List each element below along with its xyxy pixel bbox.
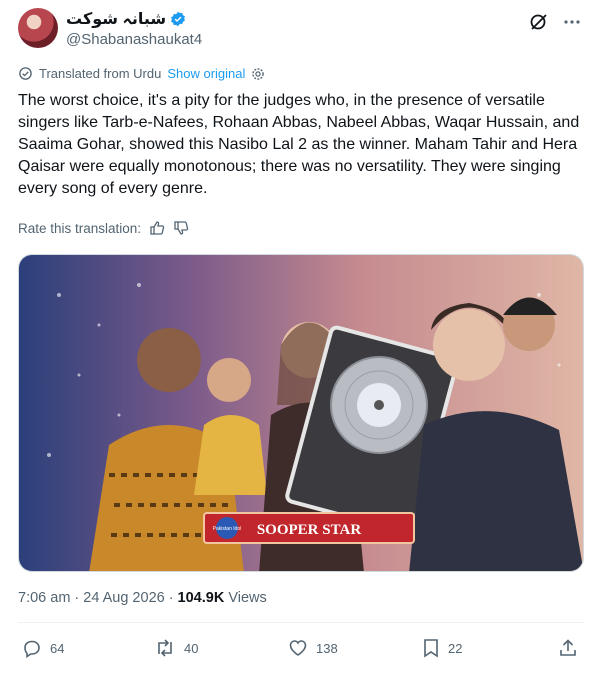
media-badge-text: Pakistan Idol bbox=[213, 526, 242, 532]
tweet-text: The worst choice, it's a pity for the ju… bbox=[18, 92, 580, 197]
like-button[interactable]: 138 bbox=[288, 638, 338, 658]
translation-notice: Translated from Urdu Show original bbox=[18, 66, 265, 81]
views-count: 104.9K bbox=[177, 590, 225, 606]
header-actions bbox=[529, 12, 581, 32]
media-banner-text: SOOPER STAR bbox=[257, 522, 361, 538]
like-count: 138 bbox=[316, 640, 338, 656]
rate-translation: Rate this translation: bbox=[18, 220, 189, 236]
author-name-row: شبانہ شوکت bbox=[66, 9, 186, 29]
settings-gear-icon[interactable] bbox=[251, 67, 265, 81]
thumbs-up-icon[interactable] bbox=[149, 220, 165, 236]
verified-badge-icon bbox=[171, 11, 186, 27]
tweet-actions: 64 40 138 22 bbox=[22, 638, 582, 664]
tweet-time[interactable]: 7:06 am bbox=[18, 590, 70, 606]
more-options-icon[interactable] bbox=[563, 13, 581, 31]
bookmark-button[interactable]: 22 bbox=[422, 638, 462, 658]
heart-icon bbox=[289, 640, 307, 656]
rate-translation-label: Rate this translation: bbox=[18, 220, 142, 236]
thumbs-down-icon[interactable] bbox=[173, 220, 189, 236]
translate-icon bbox=[19, 67, 32, 80]
display-name[interactable]: شبانہ شوکت bbox=[66, 9, 166, 29]
media-illustration: Pakistan Idol SOOPER STAR bbox=[19, 255, 583, 571]
share-icon bbox=[560, 639, 576, 656]
divider bbox=[18, 622, 584, 623]
bookmark-icon bbox=[424, 639, 438, 658]
reply-button[interactable]: 64 bbox=[22, 638, 64, 658]
tweet-date[interactable]: 24 Aug 2026 bbox=[83, 590, 164, 606]
translation-label: Translated from Urdu bbox=[39, 66, 162, 81]
bookmark-count: 22 bbox=[448, 640, 463, 656]
meta-separator: · bbox=[74, 590, 80, 606]
meta-separator: · bbox=[168, 590, 174, 606]
reply-count: 64 bbox=[50, 640, 65, 656]
repost-count: 40 bbox=[184, 640, 199, 656]
tweet-media-image[interactable]: Pakistan Idol SOOPER STAR bbox=[18, 254, 584, 572]
share-button[interactable] bbox=[558, 638, 578, 658]
grok-icon[interactable] bbox=[529, 12, 549, 32]
avatar[interactable] bbox=[18, 8, 58, 48]
reply-icon bbox=[24, 640, 40, 658]
tweet-meta: 7:06 am · 24 Aug 2026 · 104.9K Views bbox=[18, 590, 267, 606]
repost-icon bbox=[158, 639, 172, 657]
views-label: Views bbox=[228, 590, 267, 606]
show-original-link[interactable]: Show original bbox=[167, 66, 245, 81]
tweet-header: شبانہ شوکت @Shabanashaukat4 bbox=[18, 6, 583, 52]
author-handle[interactable]: @Shabanashaukat4 bbox=[66, 31, 202, 48]
repost-button[interactable]: 40 bbox=[154, 638, 198, 658]
